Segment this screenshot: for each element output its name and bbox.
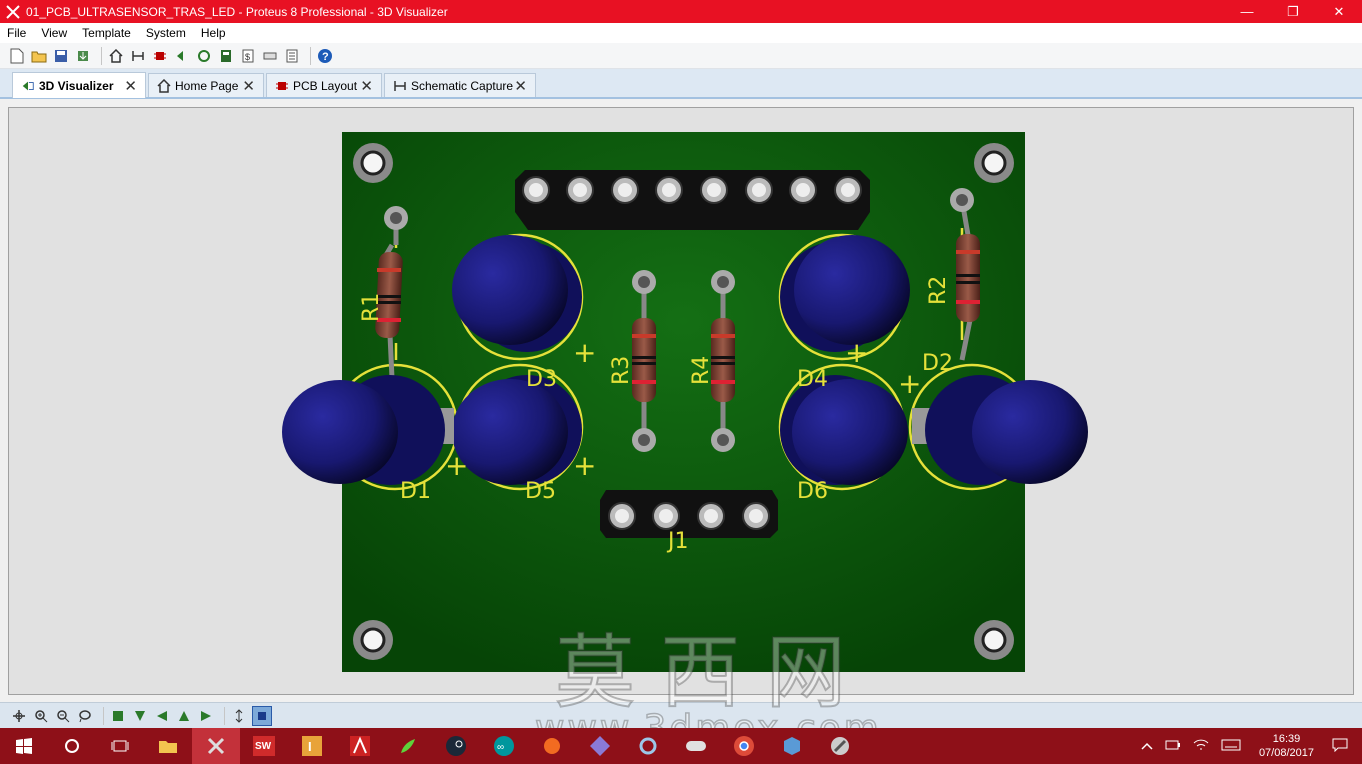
cortana-search-icon[interactable] xyxy=(48,728,96,764)
tab-3d-visualizer[interactable]: 3D Visualizer ✕ xyxy=(12,72,146,98)
new-file-icon[interactable] xyxy=(8,47,26,65)
toolbar: $ ? xyxy=(0,43,1362,69)
toolbar-separator xyxy=(224,706,225,725)
app-green-icon[interactable] xyxy=(384,728,432,764)
menu-system[interactable]: System xyxy=(139,26,194,40)
pan-icon[interactable] xyxy=(10,707,28,725)
view-front-icon[interactable] xyxy=(131,707,149,725)
workspace xyxy=(0,99,1362,702)
svg-text:I: I xyxy=(308,739,312,754)
task-view-icon[interactable] xyxy=(96,728,144,764)
height-toggle-icon[interactable] xyxy=(230,707,248,725)
pcb-chip-icon xyxy=(276,81,288,90)
window-title: 01_PCB_ULTRASENSOR_TRAS_LED - Proteus 8 … xyxy=(26,4,448,19)
source-code-icon[interactable] xyxy=(261,47,279,65)
gamepad-icon[interactable] xyxy=(672,728,720,764)
windows-taskbar: SW I ∞ 16:39 07/08/2017 xyxy=(0,728,1362,764)
tab-label: PCB Layout xyxy=(293,78,358,93)
menu-bar: File View Template System Help xyxy=(0,23,1362,43)
system-tray: 16:39 07/08/2017 xyxy=(1135,728,1362,764)
notifications-icon[interactable] xyxy=(1332,738,1348,755)
tab-schematic-capture[interactable]: Schematic Capture ✕ xyxy=(384,73,536,97)
wifi-icon[interactable] xyxy=(1193,739,1209,754)
tab-pcb-layout[interactable]: PCB Layout ✕ xyxy=(266,73,382,97)
arduino-icon[interactable]: ∞ xyxy=(480,728,528,764)
3d-viewport[interactable] xyxy=(8,107,1354,695)
zoom-in-icon[interactable] xyxy=(32,707,50,725)
menu-file[interactable]: File xyxy=(0,26,34,40)
inventor-icon[interactable]: I xyxy=(288,728,336,764)
app-wrench-icon[interactable] xyxy=(816,728,864,764)
view-back-icon[interactable] xyxy=(175,707,193,725)
clock-time: 16:39 xyxy=(1272,733,1301,745)
app-purple-icon[interactable] xyxy=(576,728,624,764)
tray-chevron-icon[interactable] xyxy=(1141,739,1153,753)
proteus-app-icon xyxy=(6,4,20,19)
component-toggle-icon[interactable] xyxy=(252,705,272,726)
pcb-layout-icon[interactable] xyxy=(151,47,169,65)
clock-date: 07/08/2017 xyxy=(1258,747,1314,759)
title-bar: 01_PCB_ULTRASENSOR_TRAS_LED - Proteus 8 … xyxy=(0,0,1362,23)
svg-text:SW: SW xyxy=(255,741,272,752)
tab-label: 3D Visualizer xyxy=(39,78,114,93)
svg-text:?: ? xyxy=(322,51,329,63)
view-right-icon[interactable] xyxy=(197,707,215,725)
bill-of-materials-icon[interactable]: $ xyxy=(239,47,257,65)
restore-button[interactable]: ❐ xyxy=(1270,0,1316,23)
chrome-icon[interactable] xyxy=(720,728,768,764)
close-tab-icon[interactable]: ✕ xyxy=(360,77,373,95)
3d-nav-toolbar xyxy=(0,702,1362,728)
svg-text:$: $ xyxy=(245,52,250,62)
menu-view[interactable]: View xyxy=(34,26,75,40)
tab-home-page[interactable]: Home Page ✕ xyxy=(148,73,264,97)
windows-start-icon[interactable] xyxy=(0,728,48,764)
app-orange-icon[interactable] xyxy=(528,728,576,764)
steam-icon[interactable] xyxy=(432,728,480,764)
rotate-icon[interactable] xyxy=(76,707,94,725)
home-page-icon[interactable] xyxy=(107,47,125,65)
solidworks-icon[interactable]: SW xyxy=(240,728,288,764)
toolbar-separator xyxy=(103,706,104,725)
app-gears-icon[interactable] xyxy=(624,728,672,764)
battery-icon[interactable] xyxy=(1165,739,1181,754)
close-tab-icon[interactable]: ✕ xyxy=(124,77,137,95)
view-top-icon[interactable] xyxy=(109,707,127,725)
close-tab-icon[interactable]: ✕ xyxy=(242,77,255,95)
open-folder-icon[interactable] xyxy=(30,47,48,65)
import-icon[interactable] xyxy=(74,47,92,65)
minimize-button[interactable]: — xyxy=(1224,0,1270,23)
help-icon[interactable]: ? xyxy=(316,47,334,65)
tab-label: Home Page xyxy=(175,78,239,93)
toolbar-separator xyxy=(310,46,311,65)
menu-help[interactable]: Help xyxy=(194,26,234,40)
gerber-viewer-icon[interactable] xyxy=(195,47,213,65)
document-tabs: 3D Visualizer ✕ Home Page ✕ PCB Layout ✕… xyxy=(0,69,1362,99)
zoom-out-icon[interactable] xyxy=(54,707,72,725)
svg-text:∞: ∞ xyxy=(497,742,504,753)
virtualbox-icon[interactable] xyxy=(768,728,816,764)
view-left-icon[interactable] xyxy=(153,707,171,725)
close-button[interactable]: ✕ xyxy=(1316,0,1362,23)
autocad-icon[interactable] xyxy=(336,728,384,764)
menu-template[interactable]: Template xyxy=(75,26,139,40)
proteus-taskbar-icon[interactable] xyxy=(192,728,240,764)
schematic-icon[interactable] xyxy=(129,47,147,65)
keyboard-icon[interactable] xyxy=(1221,739,1241,754)
3d-visualizer-icon[interactable] xyxy=(173,47,191,65)
home-icon xyxy=(157,78,171,93)
toolbar-separator xyxy=(101,46,102,65)
tab-label: Schematic Capture xyxy=(411,78,514,93)
notes-icon[interactable] xyxy=(283,47,301,65)
3d-visualizer-icon xyxy=(22,81,34,90)
save-icon[interactable] xyxy=(52,47,70,65)
schematic-icon xyxy=(394,80,406,91)
close-tab-icon[interactable]: ✕ xyxy=(514,77,527,95)
file-explorer-icon[interactable] xyxy=(144,728,192,764)
taskbar-clock[interactable]: 16:39 07/08/2017 xyxy=(1259,732,1314,760)
design-explorer-icon[interactable] xyxy=(217,47,235,65)
